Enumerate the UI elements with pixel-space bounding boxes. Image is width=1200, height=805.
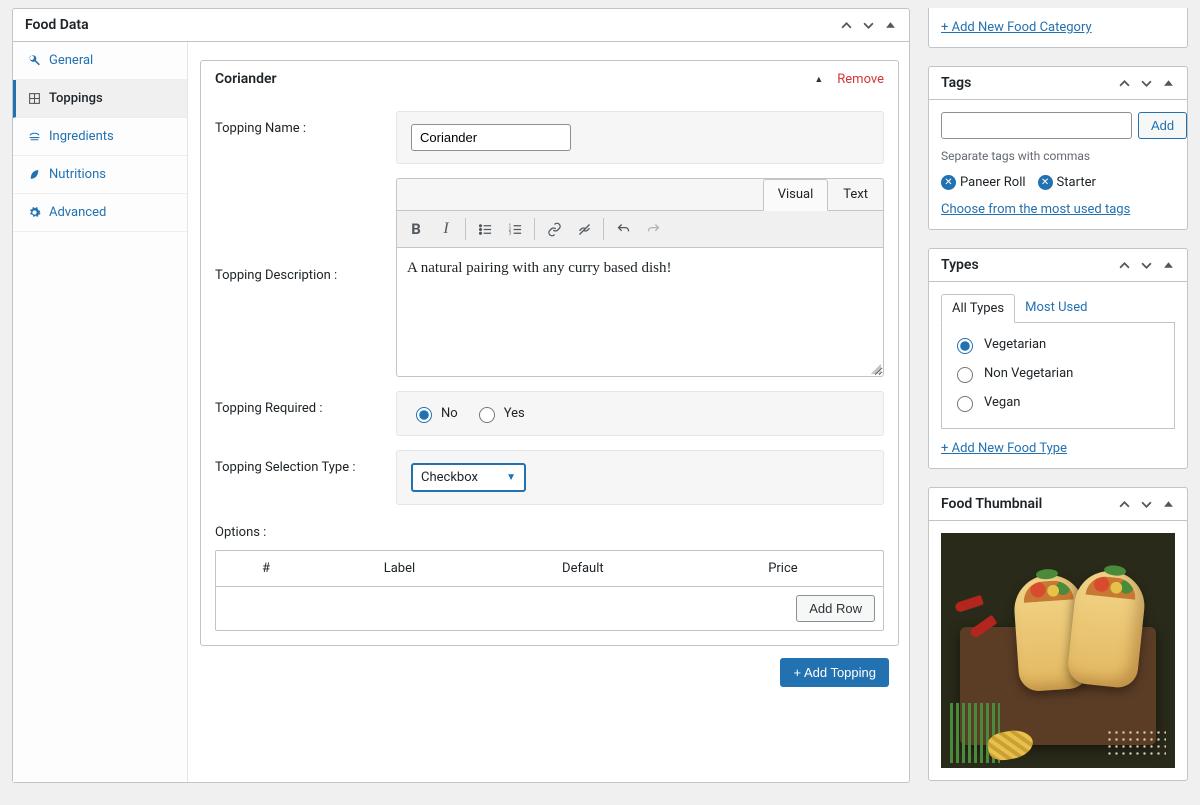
panel-move-up-icon[interactable] xyxy=(1117,76,1131,90)
tag-chip: ✕Paneer Roll xyxy=(941,175,1026,190)
tab-label: Ingredients xyxy=(49,129,114,144)
link-icon[interactable] xyxy=(541,216,567,242)
panel-toggle-icon[interactable] xyxy=(1161,258,1175,272)
editor-text: A natural pairing with any curry based d… xyxy=(407,260,672,276)
remove-topping-link[interactable]: Remove xyxy=(837,72,884,87)
selection-type-label: Topping Selection Type : xyxy=(201,450,396,485)
panel-handle-group xyxy=(839,18,897,32)
tags-help-text: Separate tags with commas xyxy=(941,149,1175,163)
options-table: # Label Default Price Add Row xyxy=(215,550,884,631)
add-tag-button[interactable]: Add xyxy=(1138,112,1187,139)
panel-toggle-icon[interactable] xyxy=(883,18,897,32)
grid-icon xyxy=(27,92,41,106)
types-tab-all[interactable]: All Types xyxy=(941,294,1015,323)
editor-tab-visual[interactable]: Visual xyxy=(763,179,829,211)
types-panel: Types All Types Most Used Vegetarian Non… xyxy=(928,248,1188,469)
bullet-list-icon[interactable] xyxy=(472,216,498,242)
tab-advanced[interactable]: Advanced xyxy=(13,194,187,232)
selection-type-select[interactable]: Checkbox ▼ xyxy=(411,463,526,492)
numbered-list-icon[interactable]: 123 xyxy=(502,216,528,242)
choose-tags-link[interactable]: Choose from the most used tags xyxy=(941,202,1130,217)
bold-icon[interactable]: B xyxy=(403,216,429,242)
panel-move-down-icon[interactable] xyxy=(1139,76,1153,90)
panel-move-up-icon[interactable] xyxy=(1117,497,1131,511)
add-category-panel: + Add New Food Category xyxy=(928,8,1188,48)
col-default: Default xyxy=(483,551,683,587)
topping-description-editor[interactable]: A natural pairing with any curry based d… xyxy=(396,247,884,377)
tab-ingredients[interactable]: Ingredients xyxy=(13,118,187,156)
panel-move-down-icon[interactable] xyxy=(861,18,875,32)
tab-label: Advanced xyxy=(49,205,106,220)
tab-general[interactable]: General xyxy=(13,42,187,80)
food-thumbnail-image[interactable] xyxy=(941,533,1175,768)
tags-input[interactable] xyxy=(941,112,1132,139)
add-row-button[interactable]: Add Row xyxy=(796,595,875,622)
topping-heading: Coriander xyxy=(215,71,277,87)
tag-chip: ✕Starter xyxy=(1038,175,1096,190)
food-data-tabs: General Toppings Ingredients Nutritions xyxy=(13,42,188,782)
italic-icon[interactable]: I xyxy=(433,216,459,242)
type-option-vegan[interactable]: Vegan xyxy=(952,393,1164,412)
required-yes-radio[interactable] xyxy=(479,407,495,423)
type-option-non-vegetarian[interactable]: Non Vegetarian xyxy=(952,364,1164,383)
add-topping-button[interactable]: + Add Topping xyxy=(780,658,889,687)
svg-text:3: 3 xyxy=(508,231,511,236)
required-no-radio[interactable] xyxy=(416,407,432,423)
topping-description-label: Topping Description : xyxy=(201,178,396,293)
collapse-topping-icon[interactable]: ▲ xyxy=(814,74,823,85)
burger-icon xyxy=(27,130,41,144)
remove-tag-icon[interactable]: ✕ xyxy=(1038,175,1053,190)
panel-move-up-icon[interactable] xyxy=(839,18,853,32)
topping-name-input[interactable] xyxy=(411,124,571,151)
panel-toggle-icon[interactable] xyxy=(1161,76,1175,90)
editor-tab-text[interactable]: Text xyxy=(828,179,883,210)
tab-toppings[interactable]: Toppings xyxy=(13,80,187,118)
food-thumbnail-panel: Food Thumbnail xyxy=(928,487,1188,781)
panel-move-down-icon[interactable] xyxy=(1139,258,1153,272)
panel-toggle-icon[interactable] xyxy=(1161,497,1175,511)
panel-move-up-icon[interactable] xyxy=(1117,258,1131,272)
topping-name-label: Topping Name : xyxy=(201,111,396,146)
undo-icon[interactable] xyxy=(610,216,636,242)
required-no-option[interactable]: No xyxy=(411,404,458,423)
redo-icon[interactable] xyxy=(640,216,666,242)
tags-title: Tags xyxy=(941,75,971,91)
unlink-icon[interactable] xyxy=(571,216,597,242)
editor-tab-bar: Visual Text xyxy=(396,178,884,210)
topping-required-label: Topping Required : xyxy=(201,391,396,426)
food-data-content: Coriander ▲ Remove Topping Name : xyxy=(188,42,909,782)
food-data-title: Food Data xyxy=(25,17,89,33)
col-num: # xyxy=(216,551,316,587)
gear-icon xyxy=(27,206,41,220)
leaf-icon xyxy=(27,168,41,182)
topping-card: Coriander ▲ Remove Topping Name : xyxy=(200,60,899,646)
types-tab-most-used[interactable]: Most Used xyxy=(1015,294,1097,322)
food-data-panel: Food Data General Toppings xyxy=(12,8,910,783)
types-title: Types xyxy=(941,257,979,273)
tags-panel: Tags Add Separate tags with commas ✕Pane… xyxy=(928,66,1188,230)
options-label: Options : xyxy=(201,525,898,540)
tab-label: Toppings xyxy=(49,91,103,106)
editor-toolbar: B I 123 xyxy=(396,210,884,247)
panel-move-down-icon[interactable] xyxy=(1139,497,1153,511)
type-option-vegetarian[interactable]: Vegetarian xyxy=(952,335,1164,354)
remove-tag-icon[interactable]: ✕ xyxy=(941,175,956,190)
wrench-icon xyxy=(27,54,41,68)
selection-type-value: Checkbox xyxy=(421,470,478,485)
add-food-category-link[interactable]: + Add New Food Category xyxy=(941,20,1092,35)
tab-nutritions[interactable]: Nutritions xyxy=(13,156,187,194)
chevron-down-icon: ▼ xyxy=(506,472,516,483)
thumbnail-title: Food Thumbnail xyxy=(941,496,1042,512)
add-food-type-link[interactable]: + Add New Food Type xyxy=(941,441,1067,456)
required-yes-option[interactable]: Yes xyxy=(474,404,525,423)
tab-label: Nutritions xyxy=(49,167,106,182)
tab-label: General xyxy=(49,53,93,68)
col-price: Price xyxy=(683,551,883,587)
col-label: Label xyxy=(316,551,483,587)
food-data-header: Food Data xyxy=(13,9,909,42)
